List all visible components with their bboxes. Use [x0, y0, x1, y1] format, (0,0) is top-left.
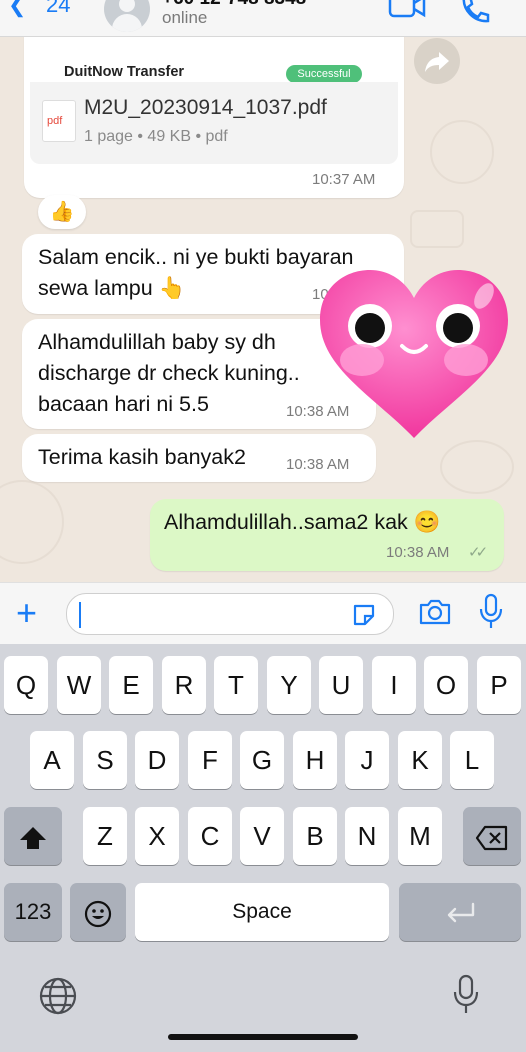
backspace-key[interactable]	[463, 807, 521, 865]
key-b[interactable]: B	[293, 807, 337, 865]
dictation-microphone-icon[interactable]	[452, 974, 480, 1016]
file-meta: 1 page • 49 KB • pdf	[84, 128, 228, 145]
microphone-icon[interactable]	[478, 593, 504, 631]
key-q[interactable]: Q	[4, 656, 48, 714]
globe-icon[interactable]	[38, 976, 78, 1016]
outgoing-message[interactable]: Alhamdulillah..sama2 kak 😊 10:38 AM ✓✓	[150, 499, 504, 571]
shift-key[interactable]	[4, 807, 62, 865]
key-i[interactable]: I	[372, 656, 416, 714]
key-h[interactable]: H	[293, 731, 337, 789]
back-chevron-icon[interactable]: ❮	[8, 0, 26, 18]
return-arrow-icon	[447, 902, 475, 923]
message-input[interactable]	[66, 593, 394, 635]
key-a[interactable]: A	[30, 731, 74, 789]
shift-arrow-icon	[20, 827, 46, 850]
key-d[interactable]: D	[135, 731, 179, 789]
key-x[interactable]: X	[135, 807, 179, 865]
key-f[interactable]: F	[188, 731, 232, 789]
forward-button[interactable]	[414, 38, 460, 84]
return-key[interactable]	[399, 883, 521, 941]
key-p[interactable]: P	[477, 656, 521, 714]
emoji-icon	[84, 901, 112, 928]
key-j[interactable]: J	[345, 731, 389, 789]
message-text: Terima kasih banyak2	[38, 445, 246, 469]
pdf-file-icon: pdf	[42, 100, 76, 142]
receipt-preview-title: DuitNow Transfer	[64, 64, 185, 80]
file-attachment-row[interactable]	[30, 82, 398, 164]
backspace-icon	[475, 826, 508, 851]
key-u[interactable]: U	[319, 656, 363, 714]
message-time: 10:37 AM	[312, 171, 376, 188]
keyboard: Q W E R T Y U I O P A S D F G H J K L Z …	[0, 644, 526, 1052]
sticker-icon[interactable]	[351, 602, 377, 628]
phone-call-icon[interactable]	[458, 0, 490, 24]
message-time: 10:38 AM	[286, 456, 350, 473]
file-name: M2U_20230914_1037.pdf	[84, 96, 327, 119]
key-y[interactable]: Y	[267, 656, 311, 714]
key-c[interactable]: C	[188, 807, 232, 865]
message-time: 10:38 AM	[386, 544, 450, 561]
incoming-message[interactable]: Terima kasih banyak2 10:38 AM	[22, 434, 376, 482]
contact-status: online	[162, 8, 208, 27]
key-m[interactable]: M	[398, 807, 442, 865]
receipt-status-badge: Successful	[286, 65, 362, 83]
attach-plus-icon[interactable]: +	[16, 595, 37, 631]
key-z[interactable]: Z	[83, 807, 127, 865]
key-n[interactable]: N	[345, 807, 389, 865]
text-caret	[79, 602, 81, 628]
key-k[interactable]: K	[398, 731, 442, 789]
key-e[interactable]: E	[109, 656, 153, 714]
key-g[interactable]: G	[240, 731, 284, 789]
chat-header: ❮ 24 +60 12-748 8348 online	[0, 0, 526, 37]
video-call-icon[interactable]	[388, 0, 428, 24]
key-w[interactable]: W	[57, 656, 101, 714]
key-t[interactable]: T	[214, 656, 258, 714]
emoji-key[interactable]	[70, 883, 126, 941]
camera-icon[interactable]	[418, 597, 452, 627]
key-r[interactable]: R	[162, 656, 206, 714]
key-o[interactable]: O	[424, 656, 468, 714]
unread-count[interactable]: 24	[46, 0, 70, 18]
home-indicator	[168, 1034, 358, 1040]
reaction-badge[interactable]: 👍	[38, 195, 86, 229]
key-l[interactable]: L	[450, 731, 494, 789]
numbers-key[interactable]: 123	[4, 883, 62, 941]
key-s[interactable]: S	[83, 731, 127, 789]
chat-area: DuitNow Transfer Successful pdf M2U_2023…	[0, 0, 526, 582]
heart-sticker[interactable]	[316, 268, 512, 440]
avatar[interactable]	[104, 0, 150, 32]
key-v[interactable]: V	[240, 807, 284, 865]
read-ticks-icon: ✓✓	[468, 544, 488, 561]
message-input-bar: +	[0, 582, 526, 645]
forward-icon	[425, 52, 449, 72]
space-key[interactable]: Space	[135, 883, 389, 941]
message-text: Alhamdulillah..sama2 kak 😊	[164, 510, 441, 534]
